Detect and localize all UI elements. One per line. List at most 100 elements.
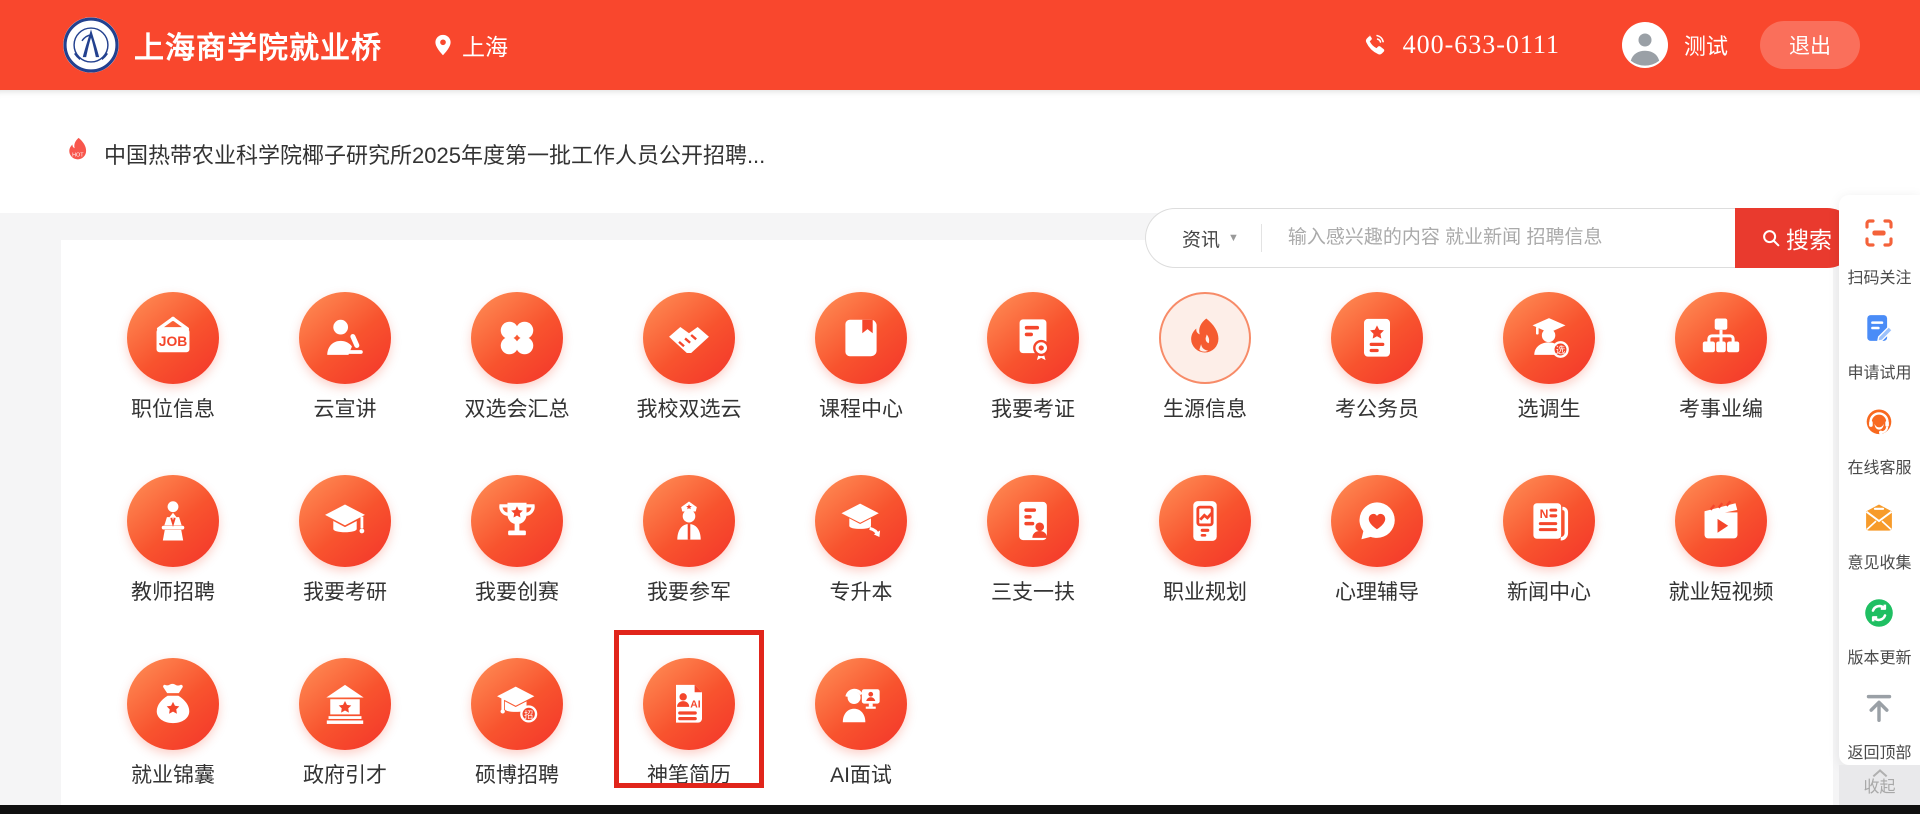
bottom-dark-bar — [0, 805, 1920, 814]
app-item-grad-person[interactable]: 选选调生 — [1463, 292, 1635, 423]
app-item-phone-chart[interactable]: 职业规划 — [1119, 475, 1291, 606]
svg-text:选: 选 — [1556, 344, 1566, 356]
sidebar-item-label: 版本更新 — [1847, 650, 1912, 667]
sidebar-item-label: 在线客服 — [1847, 460, 1912, 477]
doc-star-icon — [1331, 292, 1423, 384]
app-item-certificate[interactable]: 我要考证 — [947, 292, 1119, 423]
app-item-label: 生源信息 — [1163, 398, 1247, 421]
app-item-doc-person[interactable]: 三支一扶 — [947, 475, 1119, 606]
clapper-icon — [1675, 475, 1767, 567]
sidebar-item-label: 意见收集 — [1847, 555, 1912, 572]
doc-edit-icon — [1861, 310, 1897, 351]
app-item-label: 三支一扶 — [991, 581, 1075, 604]
sidebar-item-doc-edit[interactable]: 申请试用 — [1847, 310, 1912, 383]
app-item-label: 神笔简历 — [647, 764, 731, 787]
app-item-ai-interview[interactable]: AI面试 — [775, 658, 947, 789]
app-item-cap-badge[interactable]: 招硕博招聘 — [431, 658, 603, 789]
app-item-clapper[interactable]: 就业短视频 — [1635, 475, 1807, 606]
app-item-label: 课程中心 — [819, 398, 903, 421]
main-panel: JOB 职位信息 云宣讲 双选会汇总 我校双选云 课程中心 我要考证 生源信息 考公务员 选选调生… — [61, 240, 1833, 814]
search-divider — [1260, 224, 1262, 252]
app-item-label: 我要参军 — [647, 581, 731, 604]
chevron-up-icon — [1872, 769, 1887, 778]
app-item-lecturer[interactable]: 教师招聘 — [87, 475, 259, 606]
app-item-flame[interactable]: 生源信息 — [1119, 292, 1291, 423]
app-item-presenter[interactable]: 云宣讲 — [259, 292, 431, 423]
app-item-label: 双选会汇总 — [464, 398, 570, 421]
collapse-label: 收起 — [1863, 779, 1896, 796]
app-item-label: AI面试 — [830, 764, 892, 787]
handshake-icon — [643, 292, 735, 384]
app-item-label: 云宣讲 — [313, 398, 377, 421]
grad-cap-icon — [299, 475, 391, 567]
newspaper-icon: N — [1503, 475, 1595, 567]
app-item-handshake[interactable]: 我校双选云 — [603, 292, 775, 423]
app-item-org-chart[interactable]: 考事业编 — [1635, 292, 1807, 423]
job-sign-icon: JOB — [127, 292, 219, 384]
search-input[interactable] — [1287, 227, 1735, 249]
collapse-button[interactable]: 收起 — [1839, 765, 1920, 805]
news-headline-link[interactable]: 中国热带农业科学院椰子研究所2025年度第一批工作人员公开招聘... — [104, 138, 765, 170]
app-item-label: 职位信息 — [131, 398, 215, 421]
app-item-grad-cap[interactable]: 我要考研 — [259, 475, 431, 606]
city-selector[interactable]: 上海 — [430, 28, 508, 62]
doc-person-icon — [987, 475, 1079, 567]
utility-sidebar: 扫码关注申请试用在线客服意见收集版本更新返回顶部 — [1839, 195, 1920, 765]
app-item-cap-up[interactable]: 专升本 — [775, 475, 947, 606]
sidebar-item-qr-scan[interactable]: 扫码关注 — [1847, 215, 1912, 288]
cap-badge-icon: 招 — [471, 658, 563, 750]
sidebar-item-headset[interactable]: 在线客服 — [1847, 405, 1912, 478]
app-item-label: 选调生 — [1517, 398, 1581, 421]
app-item-label: 我要考研 — [303, 581, 387, 604]
app-item-label: 职业规划 — [1163, 581, 1247, 604]
presenter-icon — [299, 292, 391, 384]
sidebar-item-label: 扫码关注 — [1847, 270, 1912, 287]
app-item-label: 政府引才 — [303, 764, 387, 787]
search-bar: 资讯 ▼ 搜索 — [1145, 208, 1857, 268]
app-item-resume-ai[interactable]: AI 神笔简历 — [603, 658, 775, 789]
location-pin-icon — [435, 34, 451, 56]
city-name: 上海 — [462, 34, 508, 60]
app-item-label: 我校双选云 — [636, 398, 742, 421]
header-bar: 上海商学院就业桥 上海 400-633-0111 测试 退出 — [0, 0, 1920, 90]
app-item-label: 就业锦囊 — [131, 764, 215, 787]
sidebar-item-sync[interactable]: 版本更新 — [1847, 595, 1912, 668]
gov-building-icon — [299, 658, 391, 750]
svg-text:JOB: JOB — [159, 333, 188, 349]
arrow-top-icon — [1861, 690, 1897, 731]
site-title: 上海商学院就业桥 — [134, 32, 382, 65]
app-grid: JOB 职位信息 云宣讲 双选会汇总 我校双选云 课程中心 我要考证 生源信息 考公务员 选选调生… — [61, 240, 1833, 789]
org-chart-icon — [1675, 292, 1767, 384]
user-avatar[interactable] — [1621, 22, 1668, 68]
logout-button[interactable]: 退出 — [1760, 21, 1860, 69]
svg-text:招: 招 — [524, 709, 533, 720]
svg-text:HOT: HOT — [72, 152, 84, 158]
phone-icon — [1365, 34, 1384, 55]
cap-up-icon — [815, 475, 907, 567]
app-item-trophy[interactable]: 我要创赛 — [431, 475, 603, 606]
app-item-doc-star[interactable]: 考公务员 — [1291, 292, 1463, 423]
hotline-number: 400-633-0111 — [1402, 30, 1560, 59]
sidebar-item-arrow-top[interactable]: 返回顶部 — [1847, 690, 1912, 763]
sync-icon — [1861, 595, 1897, 636]
app-item-heart-bubble[interactable]: 心理辅导 — [1291, 475, 1463, 606]
headset-icon — [1861, 405, 1897, 446]
money-bag-icon — [127, 658, 219, 750]
qr-scan-icon — [1861, 215, 1897, 256]
app-item-label: 考事业编 — [1679, 398, 1763, 421]
app-item-label: 我要创赛 — [475, 581, 559, 604]
ai-interview-icon — [815, 658, 907, 750]
chevron-down-icon[interactable]: ▼ — [1228, 232, 1239, 244]
sidebar-item-envelope[interactable]: 意见收集 — [1847, 500, 1912, 573]
search-category-select[interactable]: 资讯 — [1182, 225, 1220, 252]
app-item-newspaper[interactable]: N 新闻中心 — [1463, 475, 1635, 606]
app-item-soldier[interactable]: 我要参军 — [603, 475, 775, 606]
app-item-job-sign[interactable]: JOB 职位信息 — [87, 292, 259, 423]
app-item-label: 新闻中心 — [1507, 581, 1591, 604]
app-item-money-bag[interactable]: 就业锦囊 — [87, 658, 259, 789]
app-item-gov-building[interactable]: 政府引才 — [259, 658, 431, 789]
app-item-petals[interactable]: 双选会汇总 — [431, 292, 603, 423]
app-item-book[interactable]: 课程中心 — [775, 292, 947, 423]
app-item-label: 专升本 — [829, 581, 893, 604]
sidebar-item-label: 申请试用 — [1847, 365, 1912, 382]
